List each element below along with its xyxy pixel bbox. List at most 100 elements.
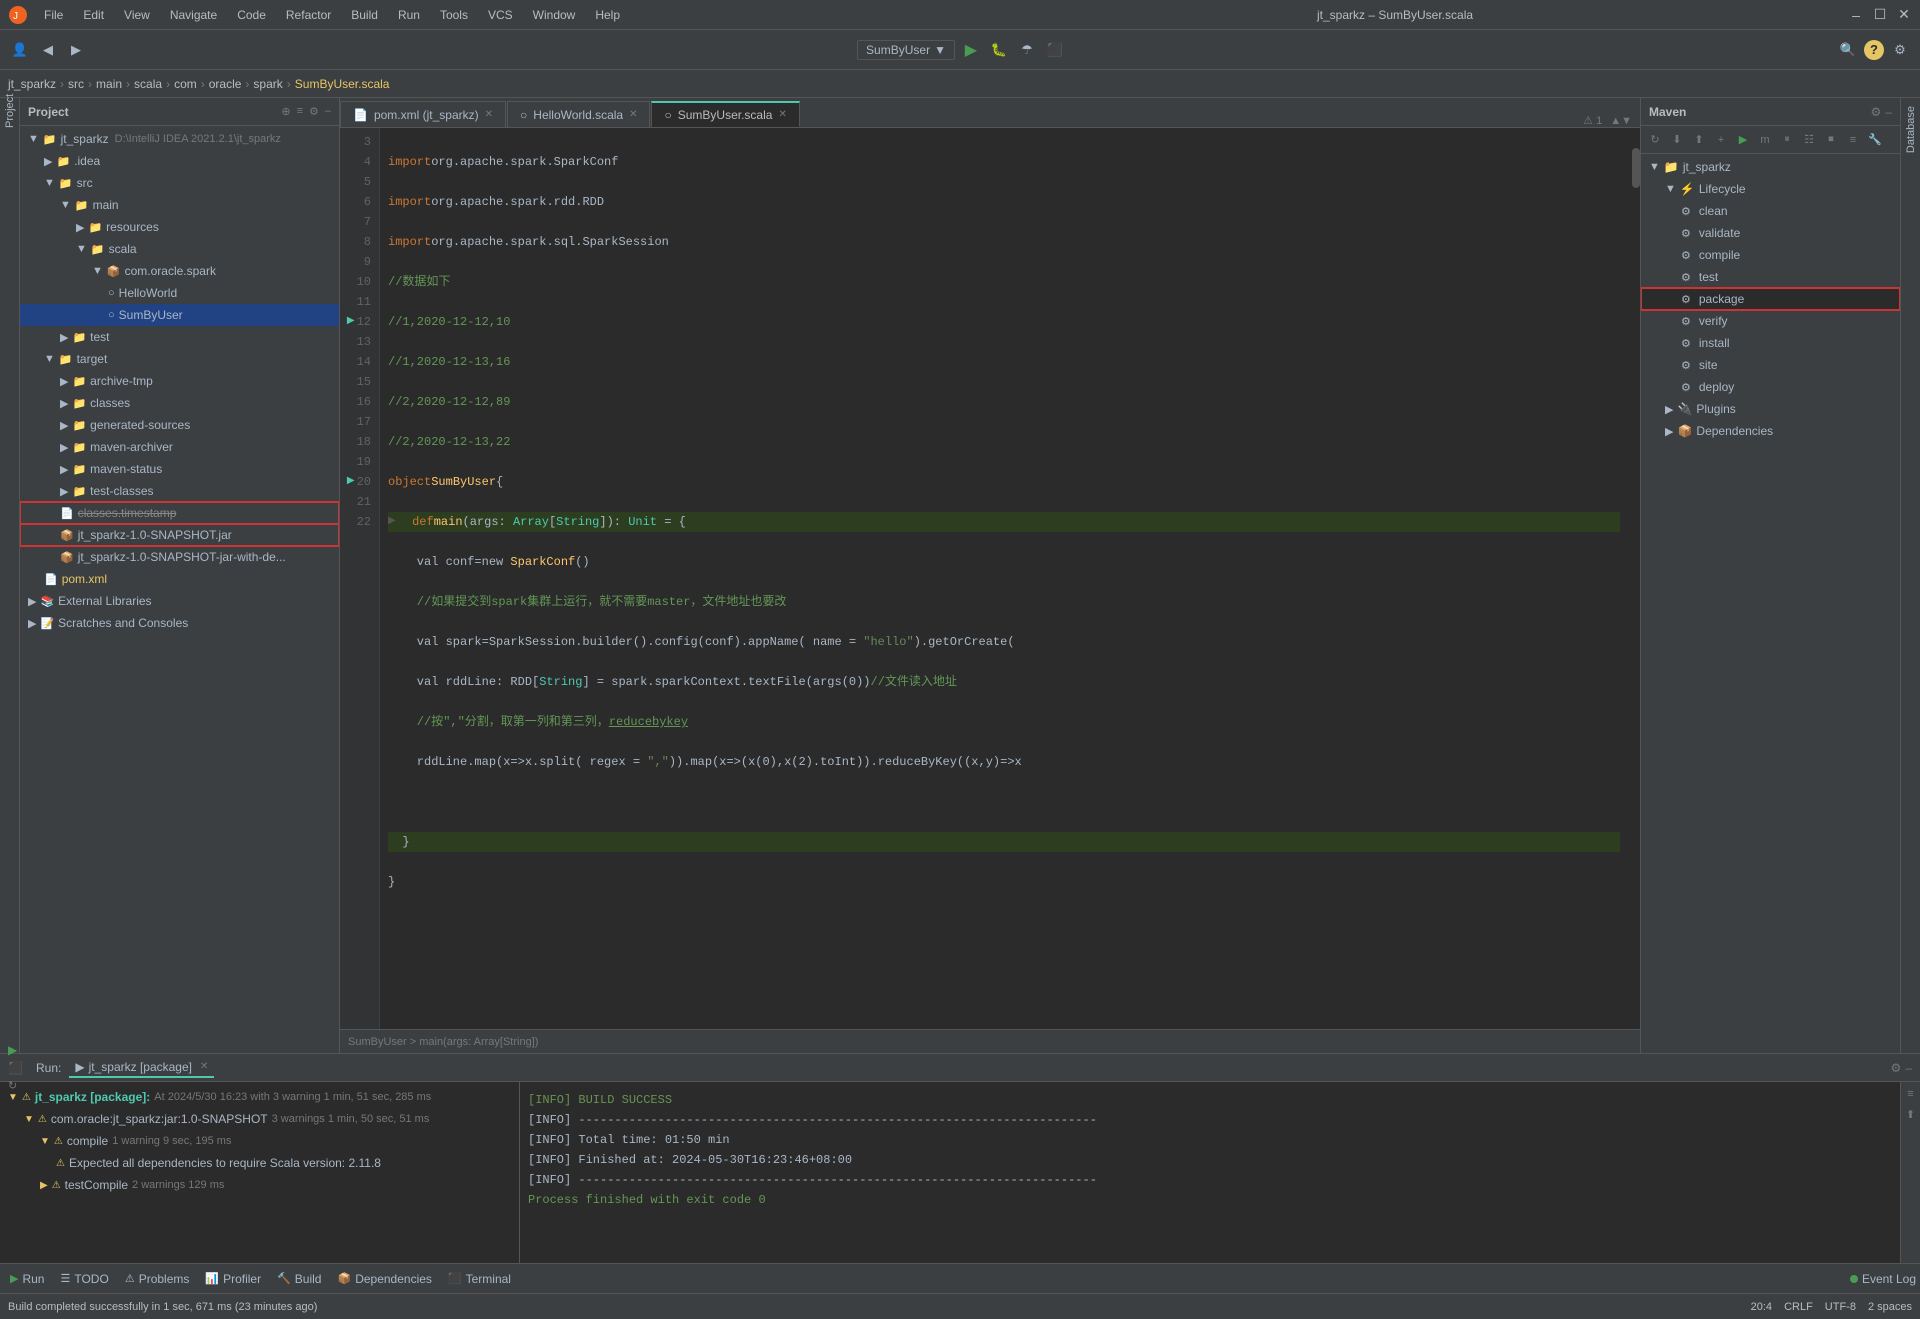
run-tab-close-icon[interactable]: ✕ [200, 1061, 208, 1072]
tab-close-icon[interactable]: ✕ [778, 109, 786, 120]
indent-indicator[interactable]: 2 spaces [1868, 1301, 1912, 1313]
bottom-tab-run[interactable]: ▶ jt_sparkz [package] ✕ [69, 1058, 214, 1078]
maven-refresh-btn[interactable]: ↻ [1645, 130, 1665, 150]
maven-item-dependencies[interactable]: ▶ 📦 Dependencies [1641, 420, 1900, 442]
tree-item-test-classes[interactable]: ▶ 📁 test-classes [20, 480, 339, 502]
help-button[interactable]: ? [1864, 40, 1884, 60]
menu-view[interactable]: View [116, 6, 158, 24]
tree-item-jar-snapshot[interactable]: 📦 jt_sparkz-1.0-SNAPSHOT.jar [20, 524, 339, 546]
tab-close-icon[interactable]: ✕ [629, 109, 637, 120]
run-play-button[interactable]: ▶ [8, 1043, 24, 1057]
database-label[interactable]: Database [1905, 102, 1917, 157]
maven-item-install[interactable]: ⚙ install [1641, 332, 1900, 354]
run-with-coverage-button[interactable]: ☂ [1015, 38, 1039, 62]
menu-code[interactable]: Code [229, 6, 274, 24]
project-icon-minimize[interactable]: – [325, 105, 331, 118]
tree-item-scratches[interactable]: ▶ 📝 Scratches and Consoles [20, 612, 339, 634]
project-icon-locate[interactable]: ⊕ [281, 105, 290, 118]
run-sidebar-btn-1[interactable]: ⬆ [1903, 1106, 1919, 1122]
breadcrumb-item-5[interactable]: oracle [209, 77, 242, 91]
tree-item-classes[interactable]: ▶ 📁 classes [20, 392, 339, 414]
window-controls[interactable]: – ☐ ✕ [1848, 7, 1912, 23]
encoding-indicator[interactable]: UTF-8 [1825, 1301, 1856, 1313]
minimize-icon[interactable]: – [1905, 1061, 1912, 1075]
settings-button[interactable]: ⚙ [1888, 38, 1912, 62]
tree-item-pom[interactable]: 📄 pom.xml [20, 568, 339, 590]
terminal-tab-button[interactable]: ⬛ Terminal [442, 1270, 517, 1288]
tree-item-idea[interactable]: ▶ 📁 .idea [20, 150, 339, 172]
maven-toggle-offline-btn[interactable]: ☷ [1799, 130, 1819, 150]
project-icon-collapse[interactable]: ≡ [297, 105, 303, 118]
tree-item-main[interactable]: ▼ 📁 main [20, 194, 339, 216]
maven-minimize-icon[interactable]: – [1885, 105, 1892, 119]
maven-item-plugins[interactable]: ▶ 🔌 Plugins [1641, 398, 1900, 420]
code-editor[interactable]: import org.apache.spark.SparkConf import… [380, 128, 1628, 1029]
maven-m-btn[interactable]: m [1755, 130, 1775, 150]
tree-item-helloworld[interactable]: ○ HelloWorld [20, 282, 339, 304]
maven-upload-btn[interactable]: ⬆ [1689, 130, 1709, 150]
tree-item-maven-archiver[interactable]: ▶ 📁 maven-archiver [20, 436, 339, 458]
menu-window[interactable]: Window [525, 6, 584, 24]
maven-item-package[interactable]: ⚙ package [1641, 288, 1900, 310]
breadcrumb-item-1[interactable]: src [68, 77, 84, 91]
tab-sumbyuser[interactable]: ○ SumByUser.scala ✕ [651, 101, 799, 127]
tree-item-classes-timestamp[interactable]: 📄 classes.timestamp [20, 502, 339, 524]
back-button[interactable]: ◀ [36, 38, 60, 62]
run-output[interactable]: [INFO] BUILD SUCCESS [INFO] ------------… [520, 1082, 1900, 1263]
profiler-tab-button[interactable]: 📊 Profiler [199, 1270, 267, 1288]
project-icon[interactable]: Project [1, 102, 19, 120]
breadcrumb-item-7[interactable]: SumByUser.scala [295, 77, 390, 91]
tree-item-jar-snapshot-with-dep[interactable]: 📦 jt_sparkz-1.0-SNAPSHOT-jar-with-de... [20, 546, 339, 568]
scroll-up-icon[interactable]: ▲ [1610, 115, 1621, 127]
tab-helloworld[interactable]: ○ HelloWorld.scala ✕ [507, 101, 650, 127]
run-item-compile[interactable]: ▼ ⚠ compile 1 warning 9 sec, 195 ms [0, 1130, 519, 1152]
todo-tab-button[interactable]: ☰ TODO [54, 1270, 114, 1288]
event-log-label[interactable]: Event Log [1862, 1272, 1916, 1286]
editor-scrollbar[interactable] [1628, 128, 1640, 1029]
maven-download-sources-btn[interactable]: ⬇ [1667, 130, 1687, 150]
run-tab-button[interactable]: ▶ Run [4, 1270, 50, 1288]
maven-item-jt-sparkz[interactable]: ▼ 📁 jt_sparkz [1641, 156, 1900, 178]
stop-button[interactable]: ⬛ [1043, 38, 1067, 62]
maven-pause-btn[interactable]: ⏸ [1777, 130, 1797, 150]
line-col-indicator[interactable]: 20:4 [1751, 1301, 1772, 1313]
build-tab-button[interactable]: 🔨 Build [271, 1270, 327, 1288]
maven-item-clean[interactable]: ⚙ clean [1641, 200, 1900, 222]
project-icon-settings[interactable]: ⚙ [309, 105, 319, 118]
tab-close-icon[interactable]: ✕ [485, 109, 493, 120]
breadcrumb-item-6[interactable]: spark [253, 77, 282, 91]
menu-navigate[interactable]: Navigate [162, 6, 225, 24]
settings-icon[interactable]: ⚙ [1891, 1061, 1902, 1075]
menu-build[interactable]: Build [343, 6, 386, 24]
breadcrumb-item-4[interactable]: com [174, 77, 197, 91]
tree-item-generated-sources[interactable]: ▶ 📁 generated-sources [20, 414, 339, 436]
maven-settings-icon[interactable]: ⚙ [1871, 105, 1882, 119]
tree-item-scala[interactable]: ▼ 📁 scala [20, 238, 339, 260]
maven-show-deps-btn[interactable]: ≡ [1843, 130, 1863, 150]
menu-file[interactable]: File [36, 6, 71, 24]
tree-item-package[interactable]: ▼ 📦 com.oracle.spark [20, 260, 339, 282]
tab-pom[interactable]: 📄 pom.xml (jt_sparkz) ✕ [340, 101, 506, 127]
tree-item-resources[interactable]: ▶ 📁 resources [20, 216, 339, 238]
maven-item-test[interactable]: ⚙ test [1641, 266, 1900, 288]
tree-item-target[interactable]: ▼ 📁 target [20, 348, 339, 370]
run-stop-button[interactable]: ⬛ [8, 1061, 24, 1075]
tree-item-src[interactable]: ▼ 📁 src [20, 172, 339, 194]
menu-help[interactable]: Help [587, 6, 628, 24]
profile-dropdown[interactable]: 👤 [8, 38, 32, 62]
tree-item-maven-status[interactable]: ▶ 📁 maven-status [20, 458, 339, 480]
problems-tab-button[interactable]: ⚠ Problems [119, 1270, 196, 1288]
scroll-thumb[interactable] [1632, 148, 1640, 188]
menu-tools[interactable]: Tools [432, 6, 476, 24]
search-everywhere-button[interactable]: 🔍 [1836, 38, 1860, 62]
maven-item-deploy[interactable]: ⚙ deploy [1641, 376, 1900, 398]
run-config-dropdown[interactable]: SumByUser ▼ [857, 40, 955, 60]
breadcrumb-item-3[interactable]: scala [134, 77, 162, 91]
run-sidebar-btn-0[interactable]: ≡ [1903, 1086, 1919, 1102]
maven-skip-test-btn[interactable]: ⏹ [1821, 130, 1841, 150]
maven-item-validate[interactable]: ⚙ validate [1641, 222, 1900, 244]
scroll-down-icon[interactable]: ▼ [1621, 115, 1632, 127]
tree-item-sumbyuser[interactable]: ○ SumByUser [20, 304, 339, 326]
close-button[interactable]: ✕ [1896, 7, 1912, 23]
maven-run-btn[interactable]: ▶ [1733, 130, 1753, 150]
